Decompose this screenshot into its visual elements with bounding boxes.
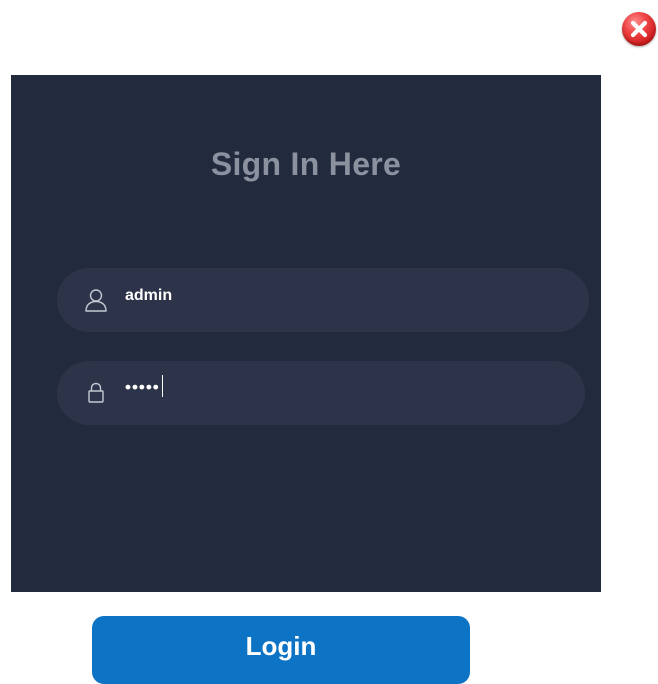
login-label: Login	[245, 630, 317, 661]
lock-icon	[88, 382, 104, 403]
user-icon	[85, 289, 107, 312]
username-field[interactable]: admin	[57, 268, 589, 332]
login-button[interactable]: Login	[92, 616, 470, 684]
username-value: admin	[125, 287, 173, 304]
password-mask: •••••	[125, 377, 160, 397]
password-value: •••••	[125, 375, 163, 399]
form-title: Sign In Here	[210, 146, 402, 182]
password-field[interactable]: •••••	[57, 361, 585, 425]
close-icon	[630, 20, 648, 38]
sign-in-panel: Sign In Here admin •••••	[11, 75, 601, 592]
text-caret	[161, 375, 163, 397]
close-button[interactable]	[622, 12, 656, 46]
